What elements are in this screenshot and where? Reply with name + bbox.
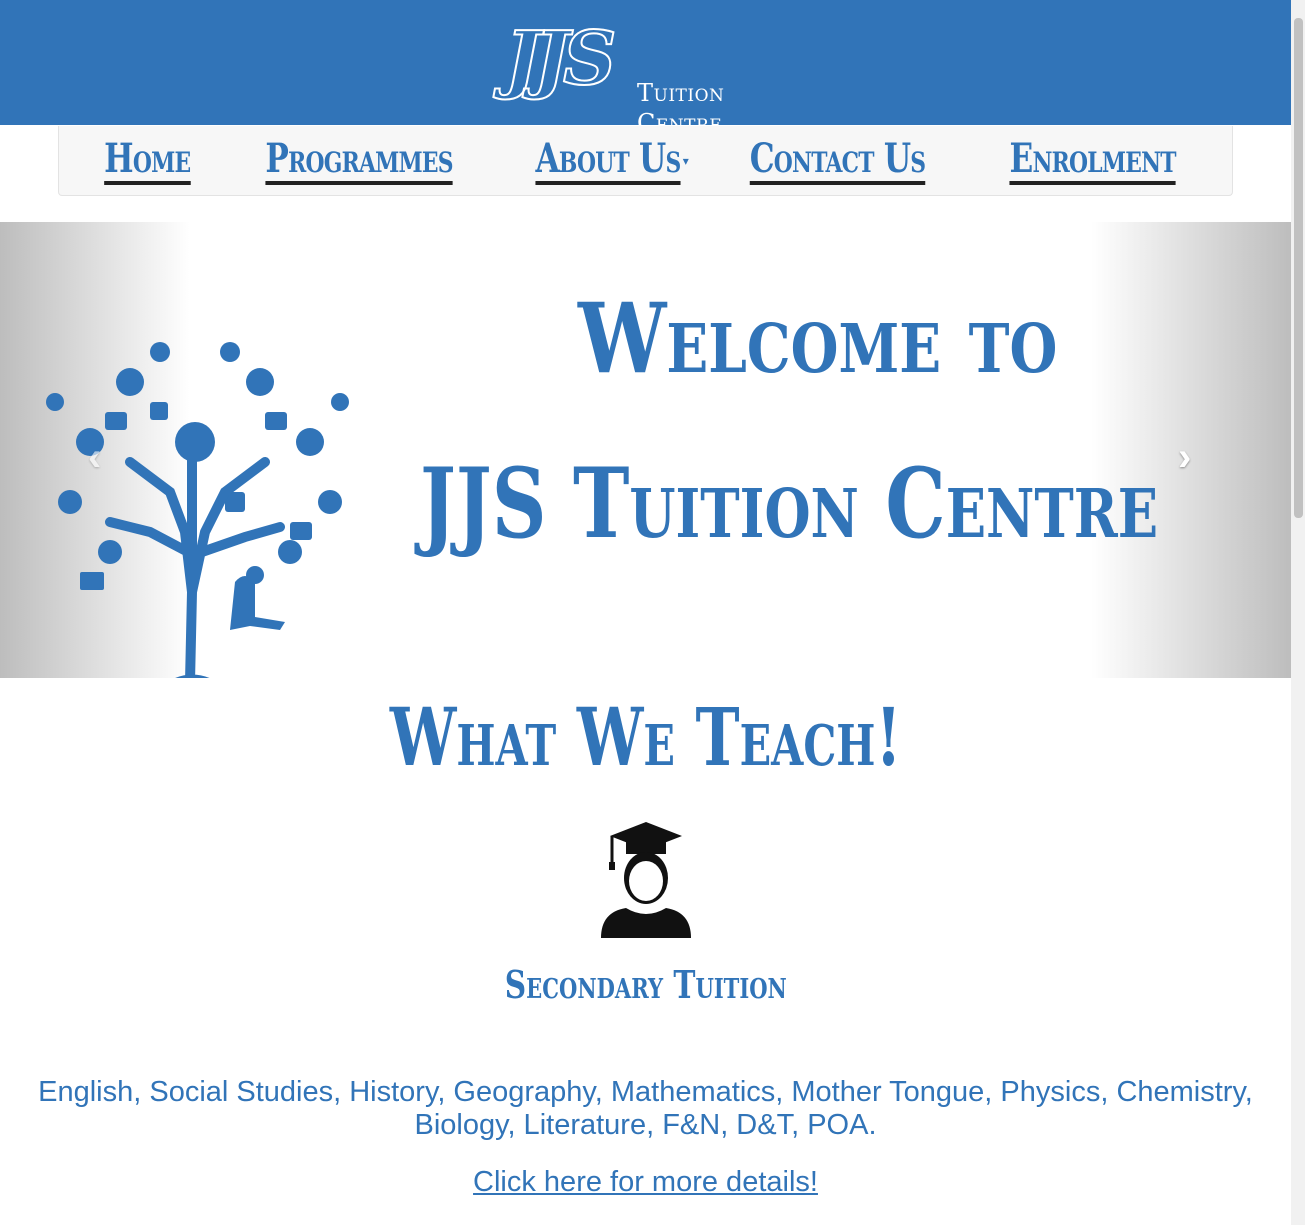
what-we-teach-heading: What We Teach! — [389, 690, 902, 784]
more-details-link[interactable]: Click here for more details! — [0, 1166, 1291, 1199]
subjects-line-1: English, Social Studies, History, Geogra… — [38, 1076, 1253, 1108]
subjects-line-2: Biology, Literature, F&N, D&T, POA. — [414, 1109, 877, 1141]
subjects-list: English, Social Studies, History, Geogra… — [0, 1076, 1291, 1142]
secondary-tuition-title: Secondary Tuition — [504, 962, 787, 1007]
nav-about-us[interactable]: About Us — [535, 136, 681, 185]
hero-carousel: Welcome to JJS Tuition Centre ‹ › — [0, 222, 1291, 678]
logo-mark: JJS — [504, 15, 618, 103]
knowledge-tree-illustration — [46, 342, 349, 678]
caret-down-icon: ▾ — [682, 153, 689, 168]
chevron-right-icon[interactable]: › — [1178, 437, 1191, 477]
scrollbar-thumb[interactable] — [1294, 18, 1303, 518]
top-banner: JJS Tuition Centre — [0, 0, 1291, 137]
hero-heading-line1: Welcome to — [578, 282, 1058, 395]
nav-programmes[interactable]: Programmes — [265, 136, 453, 185]
graduate-icon — [601, 822, 691, 938]
chevron-left-icon[interactable]: ‹ — [88, 437, 101, 477]
nav-contact-us[interactable]: Contact Us — [749, 136, 926, 185]
nav-enrolment[interactable]: Enrolment — [1009, 136, 1176, 185]
nav-about-dropdown[interactable]: About Us ▾ — [515, 136, 689, 185]
hero-heading-line2: JJS Tuition Centre — [420, 447, 1159, 560]
site-logo[interactable]: JJS Tuition Centre — [504, 14, 795, 137]
main-navbar: Home Programmes About Us ▾ Contact Us En… — [58, 126, 1233, 196]
nav-home[interactable]: Home — [104, 136, 191, 185]
